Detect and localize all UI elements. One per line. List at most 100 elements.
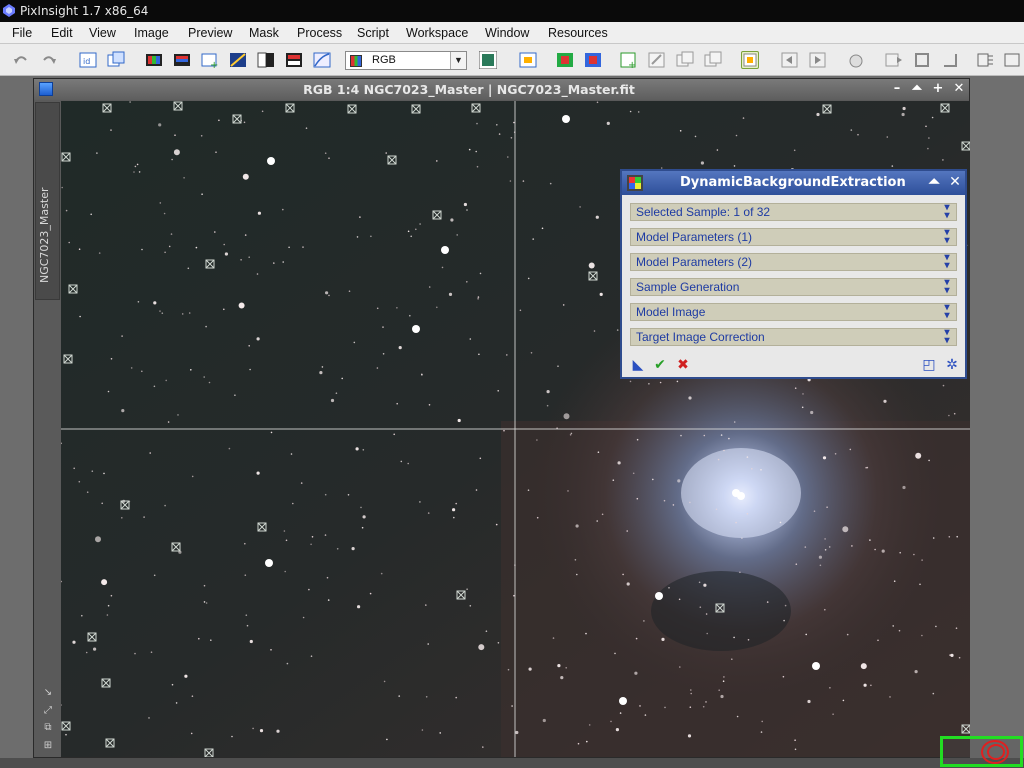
curves-icon[interactable] bbox=[313, 51, 331, 69]
star bbox=[201, 193, 203, 195]
zoom-in-icon[interactable] bbox=[556, 51, 574, 69]
new-preview-icon[interactable]: + bbox=[201, 51, 219, 71]
star bbox=[328, 294, 330, 297]
arrow-left-icon[interactable] bbox=[781, 51, 799, 69]
minimize-icon[interactable]: – bbox=[889, 81, 905, 97]
chevron-down-icon[interactable]: ▼ bbox=[450, 52, 466, 69]
zoom-box-icon[interactable]: ⧉ bbox=[42, 722, 54, 734]
star bbox=[353, 341, 356, 344]
star bbox=[950, 653, 954, 658]
menu-view[interactable]: View bbox=[89, 26, 116, 40]
star bbox=[863, 683, 867, 687]
expand-section-icon[interactable]: ▾ ▾ bbox=[942, 253, 952, 271]
star bbox=[612, 479, 615, 482]
histogram-icon[interactable] bbox=[285, 51, 303, 69]
reset-icon[interactable]: ◰ bbox=[921, 357, 937, 373]
star bbox=[802, 393, 804, 395]
apply-global-icon[interactable]: ◣ bbox=[630, 357, 646, 373]
star bbox=[452, 508, 456, 512]
preferences-icon[interactable]: ✲ bbox=[944, 357, 960, 373]
section-model-parameters-1[interactable]: Model Parameters (1) ▾ ▾ bbox=[630, 228, 957, 246]
section-selected-sample[interactable]: Selected Sample: 1 of 32 ▾ ▾ bbox=[630, 203, 957, 221]
tool2-icon[interactable] bbox=[1003, 51, 1021, 69]
mask-icon[interactable] bbox=[257, 51, 275, 69]
menu-preview[interactable]: Preview bbox=[188, 26, 232, 40]
menu-workspace[interactable]: Workspace bbox=[406, 26, 468, 40]
menu-edit[interactable]: Edit bbox=[51, 26, 73, 40]
crop-icon[interactable] bbox=[913, 51, 931, 69]
star bbox=[476, 122, 478, 125]
menu-process[interactable]: Process bbox=[297, 26, 342, 40]
expand-section-icon[interactable]: ▾ ▾ bbox=[942, 303, 952, 321]
star bbox=[326, 576, 329, 579]
channel-view-icon[interactable] bbox=[173, 51, 191, 69]
star bbox=[615, 728, 620, 732]
close-icon[interactable]: ✕ bbox=[951, 81, 967, 97]
close-icon[interactable]: ✕ bbox=[946, 173, 964, 191]
star bbox=[86, 491, 89, 494]
star bbox=[834, 453, 837, 455]
menu-script[interactable]: Script bbox=[357, 26, 389, 40]
corner-icon[interactable] bbox=[941, 51, 959, 69]
shade-icon[interactable]: ⏶ bbox=[925, 173, 943, 191]
star bbox=[448, 292, 453, 296]
plus-box-icon[interactable]: ⊞ bbox=[42, 740, 54, 752]
star bbox=[203, 376, 205, 378]
readout-icon[interactable] bbox=[478, 50, 498, 70]
edit-icon[interactable] bbox=[648, 51, 666, 69]
section-target-image-correction[interactable]: Target Image Correction ▾ ▾ bbox=[630, 328, 957, 346]
highlight-box[interactable] bbox=[940, 736, 1023, 767]
star bbox=[723, 449, 725, 452]
expand-section-icon[interactable]: ▾ ▾ bbox=[942, 328, 952, 346]
star bbox=[400, 460, 403, 463]
channel-select[interactable]: RGB ▼ bbox=[345, 51, 467, 70]
duplicate-icon[interactable] bbox=[676, 51, 694, 69]
pixinsight-icon bbox=[3, 4, 15, 17]
arrow-right-icon[interactable] bbox=[809, 51, 827, 69]
star bbox=[597, 451, 600, 454]
section-label: Model Image bbox=[636, 305, 706, 319]
undo-icon[interactable] bbox=[12, 51, 30, 69]
resize-arrow-icon[interactable]: ↘ bbox=[42, 687, 54, 699]
dbe-titlebar[interactable]: DynamicBackgroundExtraction ⏶ ✕ bbox=[622, 171, 965, 195]
star bbox=[302, 616, 305, 619]
expand-section-icon[interactable]: ▾ ▾ bbox=[942, 228, 952, 246]
image-identifier-icon[interactable]: id bbox=[79, 51, 97, 69]
menu-image[interactable]: Image bbox=[134, 26, 169, 40]
star bbox=[953, 412, 956, 415]
redo-icon[interactable] bbox=[40, 51, 58, 69]
section-model-image[interactable]: Model Image ▾ ▾ bbox=[630, 303, 957, 321]
star bbox=[475, 489, 478, 491]
clone-image-icon[interactable] bbox=[107, 51, 125, 69]
image-window-titlebar[interactable]: RGB 1:4 NGC7023_Master | NGC7023_Master.… bbox=[34, 79, 969, 100]
copy-icon[interactable] bbox=[704, 51, 722, 69]
menu-window[interactable]: Window bbox=[485, 26, 529, 40]
star bbox=[663, 499, 666, 502]
fit-view-icon[interactable]: ⤢ bbox=[42, 705, 54, 717]
maximize-icon[interactable]: + bbox=[930, 81, 946, 97]
star bbox=[891, 165, 894, 167]
export-icon[interactable] bbox=[885, 51, 903, 69]
tool-icon[interactable] bbox=[976, 51, 994, 69]
execute-check-icon[interactable]: ✔ bbox=[652, 357, 668, 373]
zoom-out-icon[interactable] bbox=[584, 51, 602, 69]
new-image-icon[interactable]: + bbox=[620, 51, 638, 71]
star bbox=[348, 290, 351, 292]
pan-hand-icon[interactable] bbox=[847, 51, 865, 69]
star bbox=[563, 413, 570, 420]
menu-resources[interactable]: Resources bbox=[548, 26, 608, 40]
section-sample-generation[interactable]: Sample Generation ▾ ▾ bbox=[630, 278, 957, 296]
menu-mask[interactable]: Mask bbox=[249, 26, 279, 40]
menu-file[interactable]: File bbox=[12, 26, 32, 40]
rgb-channels-icon[interactable] bbox=[145, 51, 163, 69]
image-side-tab[interactable]: NGC7023_Master bbox=[35, 102, 60, 300]
expand-section-icon[interactable]: ▾ ▾ bbox=[942, 203, 952, 221]
shade-icon[interactable]: ⏶ bbox=[909, 81, 925, 97]
star bbox=[382, 353, 385, 355]
expand-section-icon[interactable]: ▾ ▾ bbox=[942, 278, 952, 296]
zoom-fit-icon[interactable] bbox=[519, 51, 537, 69]
stf-icon[interactable] bbox=[229, 51, 247, 69]
cancel-x-icon[interactable]: ✖ bbox=[675, 357, 691, 373]
section-model-parameters-2[interactable]: Model Parameters (2) ▾ ▾ bbox=[630, 253, 957, 271]
process-icon-active[interactable] bbox=[741, 51, 759, 69]
